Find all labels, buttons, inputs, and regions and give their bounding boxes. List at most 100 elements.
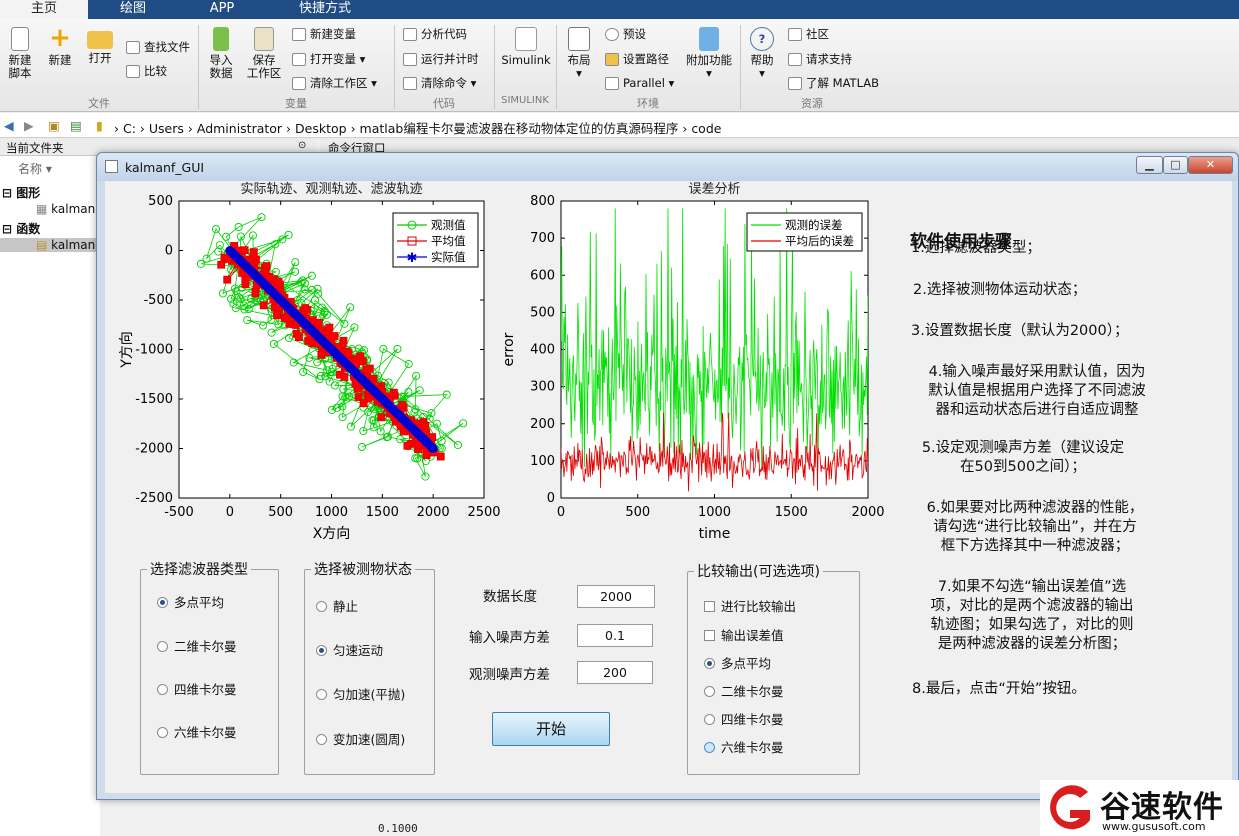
parallel-button[interactable]: Parallel ▾ bbox=[605, 76, 674, 90]
compare-option-1[interactable]: 二维卡尔曼 bbox=[704, 681, 784, 700]
state-option-2[interactable]: 匀加速(平抛) bbox=[316, 684, 405, 703]
window-title: kalmanf_GUI bbox=[125, 160, 205, 175]
state-option-label: 匀加速(平抛) bbox=[333, 687, 406, 702]
clear-commands-button[interactable]: 清除命令 ▾ bbox=[403, 76, 476, 90]
open-label: 打开 bbox=[88, 51, 112, 65]
m-file-label: kalman bbox=[51, 238, 96, 252]
crumb-users[interactable]: Users bbox=[149, 121, 184, 136]
data-length-input[interactable]: 2000 bbox=[577, 585, 655, 608]
new-variable-button[interactable]: 新建变量 bbox=[292, 27, 356, 41]
average-point bbox=[377, 413, 386, 422]
compare-option-3[interactable]: 六维卡尔曼 bbox=[704, 737, 784, 756]
run-and-time-button[interactable]: 运行并计时 bbox=[403, 52, 479, 66]
tab-home[interactable]: 主页 bbox=[0, 0, 88, 19]
tab-shortcuts[interactable]: 快捷方式 bbox=[266, 0, 384, 19]
up-folder-icon[interactable]: ▣ bbox=[48, 118, 60, 133]
obs-noise-input[interactable]: 200 bbox=[577, 661, 653, 684]
average-point bbox=[339, 336, 348, 345]
parallel-label: Parallel bbox=[623, 76, 665, 90]
x-tick-label: 1000 bbox=[315, 505, 348, 520]
tree-file-m[interactable]: ▤ kalman bbox=[0, 238, 100, 252]
tree-file-fig[interactable]: ▦ kalman bbox=[36, 202, 95, 216]
crumb-user[interactable]: Administrator bbox=[197, 121, 282, 136]
set-path-button[interactable]: 设置路径 bbox=[605, 52, 669, 66]
x-tick-label: 0 bbox=[226, 505, 234, 520]
preferences-button[interactable]: 预设 bbox=[605, 27, 646, 41]
crumb-project[interactable]: matlab编程卡尔曼滤波器在移动物体定位的仿真源码程序 bbox=[360, 121, 679, 136]
filter-option-0[interactable]: 多点平均 bbox=[157, 592, 224, 611]
error-output-checkbox[interactable]: 输出误差值 bbox=[704, 625, 784, 644]
layout-label: 布局 bbox=[567, 53, 591, 67]
crumb-code[interactable]: code bbox=[691, 121, 721, 136]
breadcrumb[interactable]: › C: › Users › Administrator › Desktop ›… bbox=[114, 118, 721, 137]
compare-checkbox[interactable]: 进行比较输出 bbox=[704, 596, 796, 615]
browse-icon[interactable]: ▤ bbox=[70, 118, 82, 133]
gear-icon bbox=[605, 28, 619, 41]
import-icon bbox=[213, 27, 229, 51]
forward-icon[interactable]: ▶ bbox=[24, 118, 34, 133]
save-icon bbox=[254, 27, 274, 51]
minimize-icon[interactable]: ▁ bbox=[1136, 156, 1163, 174]
average-point bbox=[344, 349, 353, 358]
command-output: 0.1000 bbox=[378, 822, 418, 835]
simulink-button[interactable]: Simulink bbox=[498, 27, 554, 67]
new-button[interactable]: + 新建 bbox=[44, 25, 76, 67]
name-column-header[interactable]: 名称 ▾ bbox=[18, 160, 52, 177]
y-tick-label: -2000 bbox=[135, 442, 173, 457]
new-variable-label: 新建变量 bbox=[310, 27, 356, 41]
save-workspace-button[interactable]: 保存 工作区 bbox=[244, 27, 284, 80]
request-support-button[interactable]: 请求支持 bbox=[788, 52, 852, 66]
crumb-drive[interactable]: C: bbox=[123, 121, 136, 136]
import-data-button[interactable]: 导入 数据 bbox=[204, 27, 238, 80]
filter-option-2[interactable]: 四维卡尔曼 bbox=[157, 679, 237, 698]
average-point bbox=[240, 246, 249, 255]
open-variable-button[interactable]: 打开变量 ▾ bbox=[292, 52, 365, 66]
compare-option-0[interactable]: 多点平均 bbox=[704, 653, 771, 672]
radio-icon bbox=[316, 645, 327, 656]
community-button[interactable]: 社区 bbox=[788, 27, 829, 41]
learn-matlab-button[interactable]: 了解 MATLAB bbox=[788, 76, 879, 90]
crumb-desktop[interactable]: Desktop bbox=[295, 121, 347, 136]
find-files-button[interactable]: 查找文件 bbox=[126, 40, 190, 54]
help-button[interactable]: ? 帮助 ▾ bbox=[746, 27, 778, 80]
help-step-1: 1.选择滤波器类型； bbox=[911, 240, 1041, 256]
compare-button[interactable]: 比较 bbox=[126, 64, 167, 78]
tab-apps[interactable]: APP bbox=[178, 0, 266, 19]
filter-option-3[interactable]: 六维卡尔曼 bbox=[157, 722, 237, 741]
state-option-1[interactable]: 匀速运动 bbox=[316, 640, 383, 659]
filter-option-label: 多点平均 bbox=[174, 595, 225, 610]
layout-button[interactable]: 布局 ▾ bbox=[562, 27, 596, 80]
y-tick-label: -1500 bbox=[135, 392, 173, 407]
analyze-code-button[interactable]: 分析代码 bbox=[403, 27, 467, 41]
find-files-label: 查找文件 bbox=[144, 40, 190, 54]
compare-checkbox-label: 进行比较输出 bbox=[721, 599, 797, 614]
maximize-icon[interactable]: □ bbox=[1163, 156, 1188, 174]
tree-group-figures[interactable]: ⊟ 图形 bbox=[2, 184, 40, 201]
panel-menu-icon[interactable]: ⊙ bbox=[298, 140, 306, 151]
average-point bbox=[314, 318, 323, 327]
filter-option-label: 二维卡尔曼 bbox=[174, 639, 237, 654]
back-icon[interactable]: ◀ bbox=[4, 118, 14, 133]
open-button[interactable]: 打开 bbox=[84, 27, 116, 65]
average-point bbox=[241, 280, 250, 289]
compare-option-2[interactable]: 四维卡尔曼 bbox=[704, 709, 784, 728]
state-option-label: 静止 bbox=[333, 599, 359, 614]
close-icon[interactable]: ✕ bbox=[1188, 156, 1233, 174]
state-option-3[interactable]: 变加速(圆周) bbox=[316, 729, 405, 748]
matlab-figure-icon bbox=[105, 160, 118, 173]
average-point bbox=[359, 399, 368, 408]
input-noise-input[interactable]: 0.1 bbox=[577, 624, 653, 647]
legend-label: 观测值 bbox=[431, 218, 466, 232]
filter-option-1[interactable]: 二维卡尔曼 bbox=[157, 636, 237, 655]
start-button[interactable]: 开始 bbox=[492, 712, 610, 746]
tree-group-functions[interactable]: ⊟ 函数 bbox=[2, 220, 40, 237]
radio-icon bbox=[316, 734, 327, 745]
help-step-7-line: 是两种滤波器的误差分析图； bbox=[937, 636, 1127, 652]
window-title-bar[interactable]: kalmanf_GUI ▁ □ ✕ bbox=[97, 153, 1238, 181]
state-option-0[interactable]: 静止 bbox=[316, 596, 358, 615]
compare-output-panel: 比较输出(可选选项) 进行比较输出 输出误差值 多点平均 二维卡尔曼 四维卡尔曼… bbox=[687, 561, 860, 775]
new-script-button[interactable]: 新建 脚本 bbox=[4, 27, 36, 80]
tab-plots[interactable]: 绘图 bbox=[88, 0, 178, 19]
clear-workspace-button[interactable]: 清除工作区 ▾ bbox=[292, 76, 377, 90]
addons-button[interactable]: 附加功能 ▾ bbox=[686, 27, 732, 80]
